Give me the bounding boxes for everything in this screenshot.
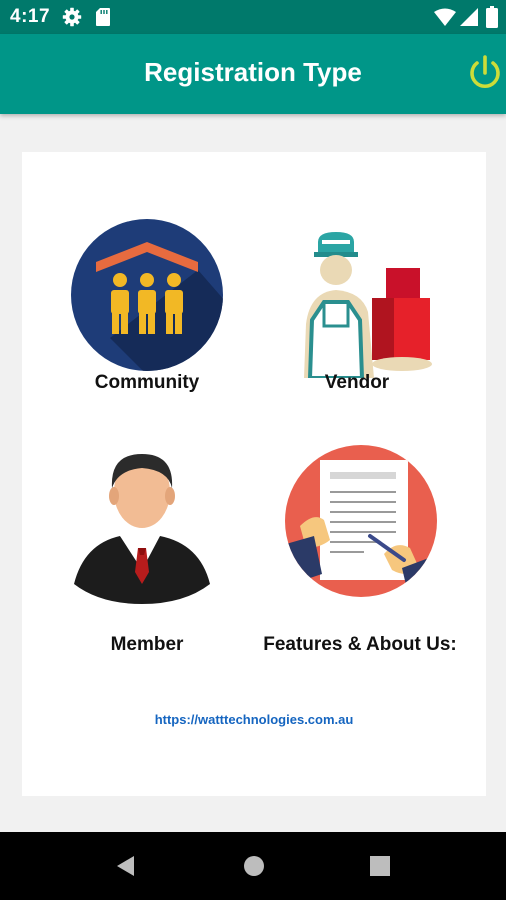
website-link[interactable]: https://watttechnologies.com.au: [22, 712, 486, 727]
member-option[interactable]: Member: [52, 444, 242, 658]
registration-options-card: Community Vendor Member Features & About…: [22, 152, 486, 796]
vendor-label: Vendor: [324, 372, 390, 393]
app-bar: Registration Type: [0, 34, 506, 114]
member-label: Member: [110, 634, 184, 655]
community-option[interactable]: Community: [52, 184, 242, 398]
community-icon: [71, 219, 223, 371]
power-icon[interactable]: [466, 54, 504, 97]
vendor-icon: [304, 232, 432, 378]
community-label: Community: [94, 372, 200, 393]
recents-icon[interactable]: [369, 854, 391, 883]
home-icon[interactable]: [243, 854, 265, 883]
member-icon: [74, 454, 210, 604]
status-bar: 4:17: [0, 0, 506, 34]
features-about-option[interactable]: Features & About Us:: [252, 444, 468, 658]
navigation-bar: [0, 832, 506, 900]
status-time: 4:17: [10, 6, 51, 27]
vendor-option[interactable]: Vendor: [262, 184, 452, 398]
wifi-icon: [434, 8, 456, 31]
battery-icon: [486, 6, 498, 33]
back-icon[interactable]: [114, 854, 138, 883]
page-title: Registration Type: [144, 57, 362, 87]
features-about-label: Features & About Us:: [263, 634, 457, 655]
document-signing-icon: [285, 445, 437, 597]
signal-icon: [460, 8, 478, 31]
gear-icon: [62, 7, 82, 32]
sd-card-icon: [96, 8, 110, 31]
